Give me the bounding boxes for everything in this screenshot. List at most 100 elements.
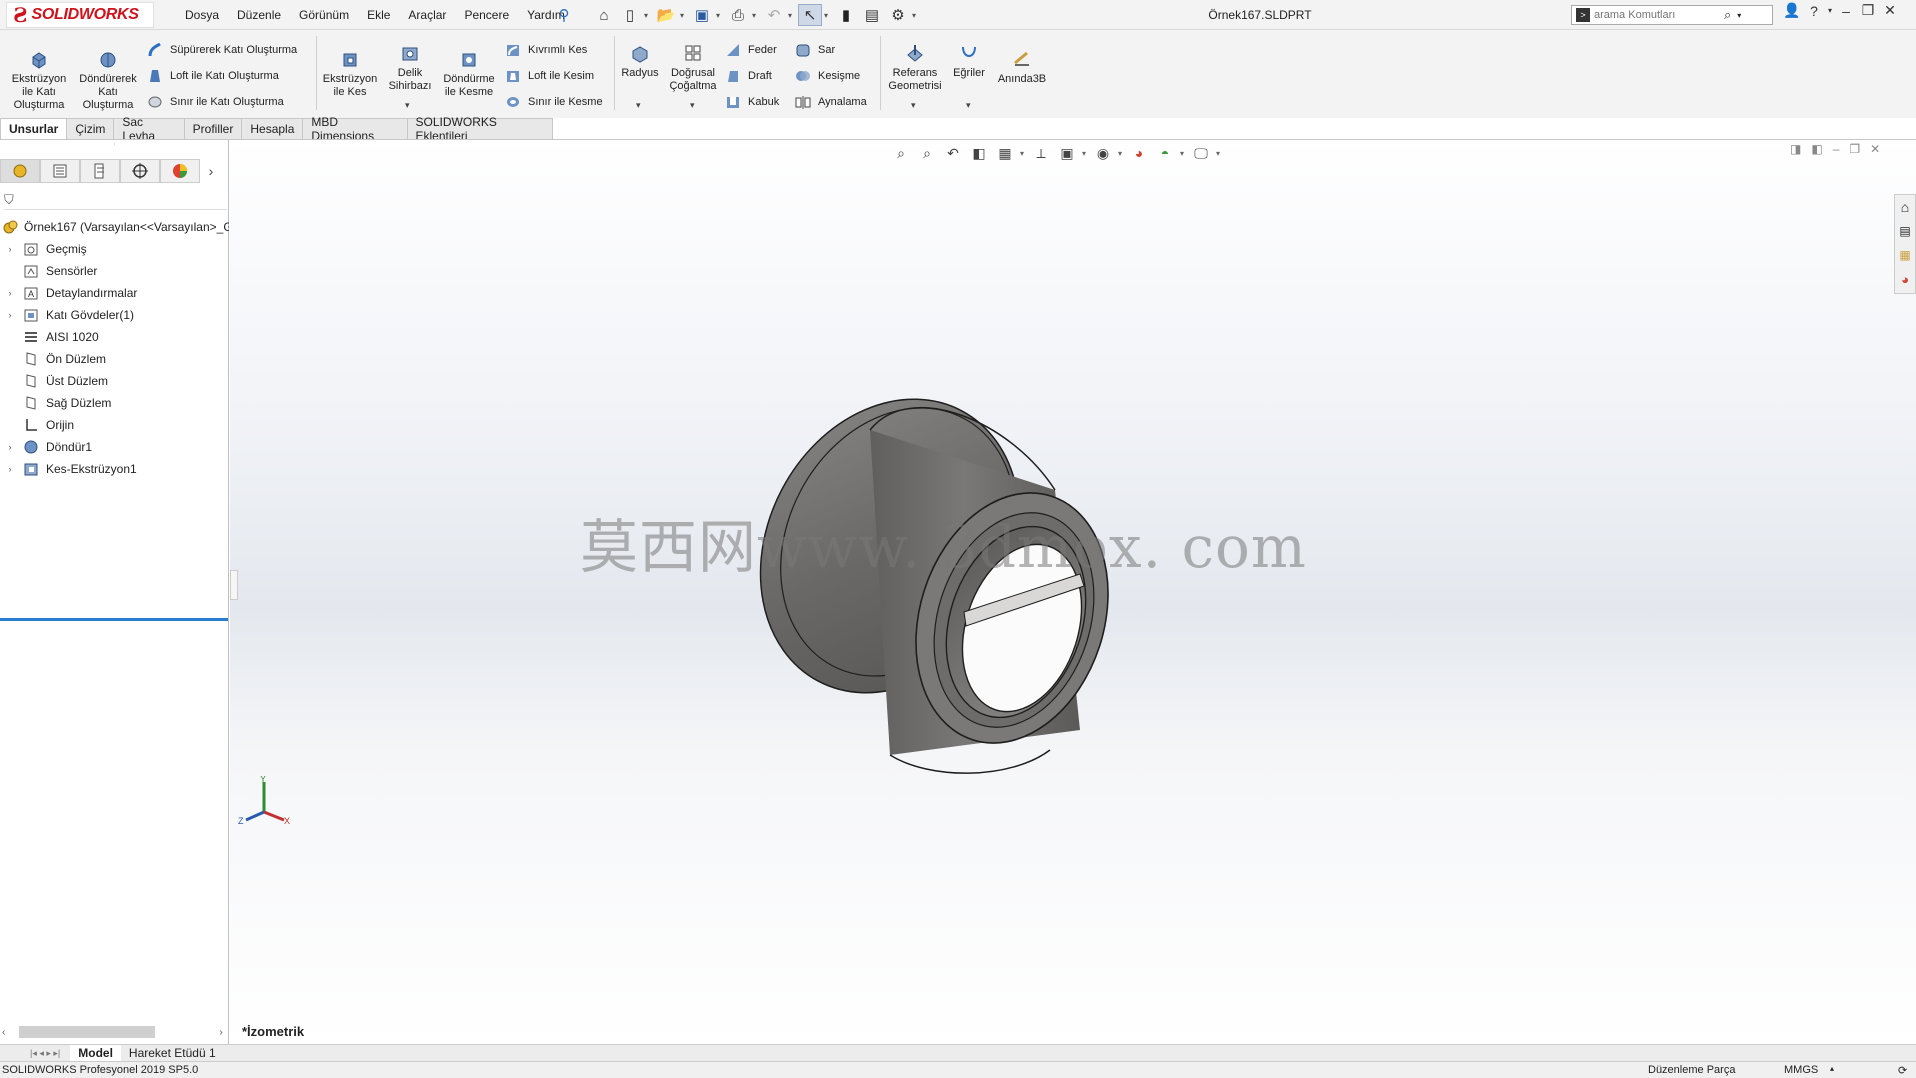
- chevron-up-icon[interactable]: ▴: [1830, 1064, 1834, 1073]
- options-gear-icon[interactable]: ⚙: [886, 4, 910, 26]
- view-settings-icon[interactable]: 🖵: [1190, 143, 1212, 163]
- horizontal-scrollbar[interactable]: ‹ ›: [0, 1024, 229, 1040]
- hole-wizard-button[interactable]: Delik Sihirbazı: [384, 42, 436, 93]
- panel-right-icon[interactable]: ◧: [1811, 142, 1822, 156]
- chevron-down-icon[interactable]: ▾: [912, 11, 920, 20]
- tree-item-front-plane[interactable]: Ön Düzlem: [0, 348, 229, 370]
- open-folder-icon[interactable]: 📂: [654, 4, 678, 26]
- chevron-down-icon[interactable]: ▾: [1082, 149, 1088, 158]
- pin-menu-icon[interactable]: ⚲: [552, 4, 576, 26]
- close-icon[interactable]: ✕: [1880, 2, 1900, 19]
- tree-item-material[interactable]: AISI 1020: [0, 326, 229, 348]
- chevron-down-icon[interactable]: ▾: [405, 100, 410, 111]
- tab-sac-levha[interactable]: Sac Levha: [113, 115, 185, 143]
- tab-cizim[interactable]: Çizim: [66, 118, 115, 140]
- print-icon[interactable]: ⎙: [726, 4, 750, 26]
- appearances-icon[interactable]: ◕: [1895, 267, 1915, 291]
- intersect-button[interactable]: Kesişme: [794, 66, 860, 86]
- expand-arrow-icon[interactable]: ›: [4, 244, 16, 254]
- display-style-icon[interactable]: ▣: [1056, 143, 1078, 163]
- save-icon[interactable]: ▣: [690, 4, 714, 26]
- linear-pattern-button[interactable]: Doğrusal Çoğaltma: [664, 42, 722, 93]
- panel-grip[interactable]: ⋅: [0, 140, 229, 152]
- fillet-button[interactable]: Radyus: [618, 42, 662, 80]
- zoom-to-fit-icon[interactable]: ⌕: [890, 143, 912, 163]
- tree-item-history[interactable]: › Geçmiş: [0, 238, 229, 260]
- chevron-down-icon[interactable]: ▾: [1020, 149, 1026, 158]
- user-icon[interactable]: 👤: [1782, 2, 1802, 19]
- property-manager-tab-icon[interactable]: [40, 159, 80, 183]
- menu-dosya[interactable]: Dosya: [176, 8, 228, 22]
- scroll-left-icon[interactable]: ‹: [2, 1027, 5, 1038]
- hide-show-items-icon[interactable]: ◉: [1092, 143, 1114, 163]
- wrap-button[interactable]: Sar: [794, 40, 835, 60]
- chevron-down-icon[interactable]: ▾: [690, 100, 695, 111]
- tab-mbd-dimensions[interactable]: MBD Dimensions: [302, 115, 408, 143]
- chevron-down-icon[interactable]: ▾: [788, 11, 796, 20]
- display-manager-tab-icon[interactable]: [160, 159, 200, 183]
- expand-arrow-icon[interactable]: ›: [4, 442, 16, 452]
- tree-item-solid-bodies[interactable]: › Katı Gövdeler(1): [0, 304, 229, 326]
- chevron-down-icon[interactable]: ▾: [680, 11, 688, 20]
- view-orientation-icon[interactable]: ⟂: [1030, 143, 1052, 163]
- tree-item-cut-extrude1[interactable]: › Kes-Ekstrüzyon1: [0, 458, 229, 480]
- boundary-boss-button[interactable]: Sınır ile Katı Oluşturma: [146, 92, 284, 112]
- menu-gorunum[interactable]: Görünüm: [290, 8, 358, 22]
- minimize-icon[interactable]: –: [1836, 3, 1856, 19]
- chevron-down-icon[interactable]: ▾: [636, 100, 641, 111]
- tree-item-right-plane[interactable]: Sağ Düzlem: [0, 392, 229, 414]
- restore-icon[interactable]: ❐: [1849, 142, 1860, 156]
- chevron-down-icon[interactable]: ▾: [824, 11, 832, 20]
- chevron-down-icon[interactable]: ▾: [752, 11, 760, 20]
- tree-filter[interactable]: ⛉: [4, 192, 227, 210]
- mirror-button[interactable]: Aynalama: [794, 92, 867, 112]
- revolve-cut-button[interactable]: Döndürme ile Kesme: [440, 48, 498, 99]
- extrude-boss-button[interactable]: Ekstrüzyon ile Katı Oluşturma: [6, 48, 72, 112]
- rib-button[interactable]: Feder: [724, 40, 777, 60]
- tree-root-part[interactable]: Örnek167 (Varsayılan<<Varsayılan>_G: [0, 216, 229, 238]
- draft-button[interactable]: Draft: [724, 66, 772, 86]
- panel-collapse-handle[interactable]: [230, 570, 238, 600]
- menu-pencere[interactable]: Pencere: [455, 8, 518, 22]
- chevron-down-icon[interactable]: ▾: [1737, 11, 1741, 20]
- rebuild-status-icon[interactable]: ⟳: [1898, 1064, 1907, 1077]
- menu-ekle[interactable]: Ekle: [358, 8, 399, 22]
- filter-icon[interactable]: ⛉: [4, 192, 14, 207]
- apply-scene-icon[interactable]: ◓: [1154, 143, 1176, 163]
- dimxpert-tab-icon[interactable]: [120, 159, 160, 183]
- chevron-down-icon[interactable]: ▾: [911, 100, 916, 111]
- undo-icon[interactable]: ↶: [762, 4, 786, 26]
- tab-motion-study-1[interactable]: Hareket Etüdü 1: [121, 1045, 224, 1061]
- search-icon[interactable]: ⌕: [1724, 7, 1731, 23]
- chevron-down-icon[interactable]: ▾: [716, 11, 724, 20]
- configuration-manager-tab-icon[interactable]: [80, 159, 120, 183]
- loft-cut-button[interactable]: Loft ile Kesim: [504, 66, 594, 86]
- instant3d-button[interactable]: Anında3B: [994, 48, 1050, 86]
- expand-arrow-icon[interactable]: ›: [4, 310, 16, 320]
- chevron-down-icon[interactable]: ▾: [1118, 149, 1124, 158]
- search-commands[interactable]: > ⌕ ▾: [1571, 5, 1773, 25]
- reference-geometry-button[interactable]: Referans Geometrisi: [884, 42, 946, 93]
- home-icon[interactable]: ⌂: [592, 4, 616, 26]
- select-cursor-icon[interactable]: ↖: [798, 4, 822, 26]
- menu-araclar[interactable]: Araçlar: [399, 8, 455, 22]
- tree-item-revolve1[interactable]: › Döndür1: [0, 436, 229, 458]
- edit-appearance-icon[interactable]: ◕: [1128, 143, 1150, 163]
- new-document-icon[interactable]: ▯: [618, 4, 642, 26]
- extrude-cut-button[interactable]: Ekstrüzyon ile Kes: [318, 48, 382, 99]
- traffic-light-icon[interactable]: ▮: [834, 4, 858, 26]
- close-icon[interactable]: ✕: [1870, 142, 1880, 156]
- scrollbar-thumb[interactable]: [19, 1026, 156, 1038]
- file-explorer-icon[interactable]: ▦: [1895, 243, 1915, 267]
- design-library-icon[interactable]: ▤: [1895, 219, 1915, 243]
- tab-scroll-arrows[interactable]: |◂ ◂ ▸ ▸|: [0, 1048, 70, 1059]
- menu-duzenle[interactable]: Düzenle: [228, 8, 290, 22]
- expand-arrow-icon[interactable]: ›: [4, 464, 16, 474]
- tree-item-origin[interactable]: Orijin: [0, 414, 229, 436]
- chevron-down-icon[interactable]: ▾: [966, 100, 971, 111]
- curves-button[interactable]: Eğriler: [948, 42, 990, 80]
- panel-left-icon[interactable]: ◨: [1790, 142, 1801, 156]
- tree-item-annotations[interactable]: › A Detaylandırmalar: [0, 282, 229, 304]
- solidworks-resources-icon[interactable]: ⌂: [1895, 195, 1915, 219]
- boundary-cut-button[interactable]: Sınır ile Kesme: [504, 92, 603, 112]
